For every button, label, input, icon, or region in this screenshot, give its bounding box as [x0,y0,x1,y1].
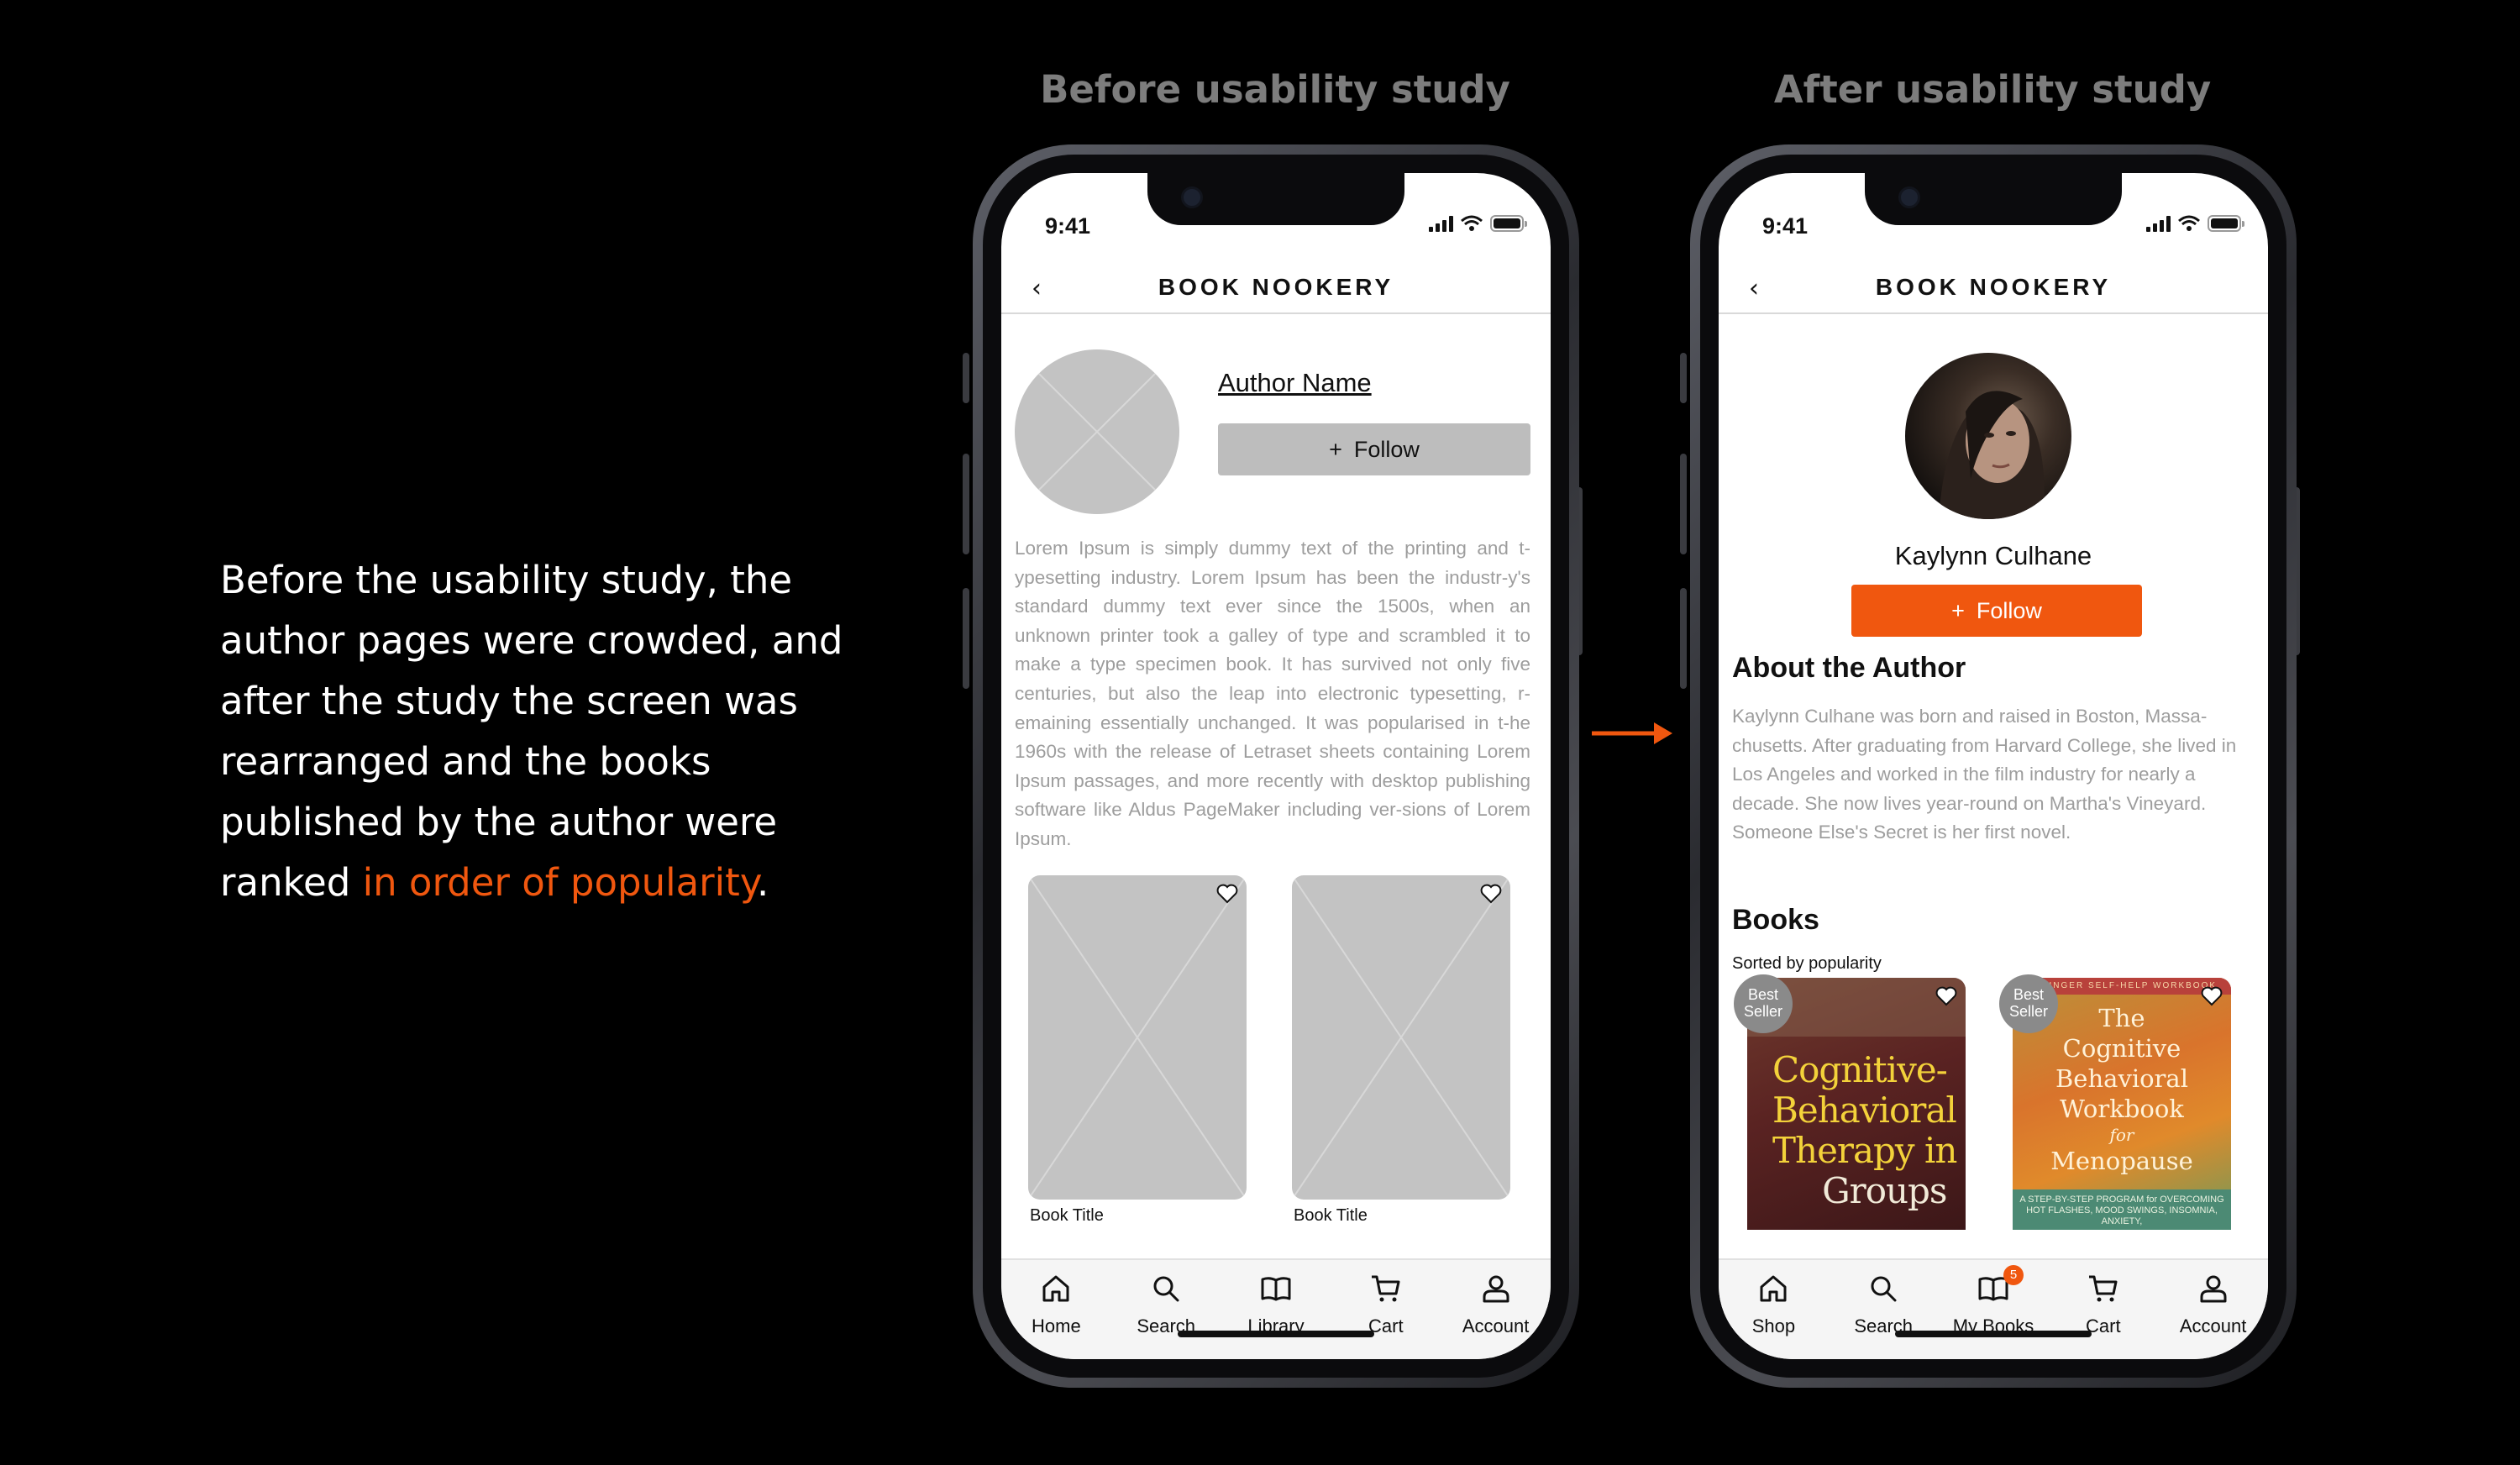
home-icon [1760,1275,1787,1302]
signal-icon [1429,215,1453,232]
phone-after: 9:41 ‹ BOOK NOOKERY Kaylynn Culhane + Fo… [1690,144,2297,1388]
phone-side-button [1680,454,1687,554]
nav-label: Home [1032,1315,1081,1336]
heart-icon[interactable] [1935,986,1957,1006]
nav-item-cart[interactable]: Cart [2048,1260,2158,1359]
plus-icon: + [1329,436,1342,462]
books-sort-label: Sorted by popularity [1732,954,1882,973]
phone-side-button [1680,588,1687,689]
app-title: BOOK NOOKERY [1875,274,2112,300]
book-title: Book Title [1030,1206,1104,1225]
follow-label: Follow [1353,436,1420,462]
book-icon [1261,1277,1291,1301]
screen-before: 9:41 ‹ BOOK NOOKERY Author Name + Follow… [1001,173,1551,1359]
author-bio: Lorem Ipsum is simply dummy text of the … [1015,538,1530,849]
story-paragraph: Before the usability study, the author p… [220,550,892,913]
nav-item-home[interactable]: Home [1001,1260,1111,1359]
heart-icon[interactable] [1216,884,1238,904]
battery-icon [2208,215,2244,232]
signal-icon [2146,215,2171,232]
author-name: Kaylynn Culhane [1894,541,2092,570]
follow-button[interactable]: + Follow [1851,585,2142,637]
nav-label: Account [2179,1315,2247,1336]
notification-badge: 5 [2003,1265,2024,1285]
heart-icon[interactable] [2201,986,2223,1006]
phone-side-button [1680,353,1687,403]
phone-side-button [963,353,969,403]
book-title: Book Title [1294,1206,1368,1225]
nav-item-my-books[interactable]: 5 My Books [1939,1260,2049,1359]
bottom-nav: Home Search Library Cart Account [1001,1258,1551,1359]
nav-item-account[interactable]: Account [1441,1260,1551,1359]
home-indicator[interactable] [1178,1331,1374,1337]
nav-item-shop[interactable]: Shop [1719,1260,1829,1359]
after-label: After usability study [1773,67,2212,112]
cover-tagline: A STEP-BY-STEP PROGRAM for OVERCOMING HO… [2013,1189,2231,1230]
app-bar: ‹ BOOK NOOKERY [1001,267,1551,314]
camera-icon [1181,186,1203,208]
story-highlight: in order of popularity [362,860,758,905]
author-photo [1905,353,2071,519]
follow-button[interactable]: + Follow [1218,423,1530,475]
app-title: BOOK NOOKERY [1158,274,1394,300]
books-title: Books [1732,904,1819,936]
about-text: Kaylynn Culhane was born and raised in B… [1732,706,2237,843]
status-time: 9:41 [1762,213,1809,239]
about-title: About the Author [1732,652,1966,684]
plus-icon: + [1951,597,1965,623]
cart-icon [1371,1275,1400,1302]
nav-item-account[interactable]: Account [2158,1260,2268,1359]
search-icon [1153,1276,1179,1302]
cart-icon [2088,1275,2118,1302]
phone-before: 9:41 ‹ BOOK NOOKERY Author Name + Follow… [973,144,1579,1388]
nav-item-search[interactable]: Search [1111,1260,1221,1359]
camera-icon [1898,186,1920,208]
status-icons [1429,215,1527,232]
nav-item-cart[interactable]: Cart [1331,1260,1441,1359]
phone-side-button [963,588,969,689]
phone-side-button [963,454,969,554]
wifi-icon [2178,215,2200,231]
home-indicator[interactable] [1895,1331,2092,1337]
author-name-link[interactable]: Author Name [1218,368,1372,398]
before-label: Before usability study [1040,67,1510,112]
heart-icon[interactable] [1480,884,1502,904]
notch [1147,173,1404,225]
bottom-nav: Shop Search 5 My Books Cart Account [1719,1258,2268,1359]
book-card-placeholder[interactable] [1292,875,1510,1200]
nav-item-search[interactable]: Search [1829,1260,1939,1359]
best-seller-badge: Best Seller [1999,974,2058,1033]
book-cover-title: The Cognitive Behavioral Workbook for Me… [2050,1004,2193,1175]
arrow-right-icon [1592,722,1672,744]
notch [1865,173,2122,225]
story-end: . [757,860,769,905]
search-icon [1871,1276,1897,1302]
book-card-placeholder[interactable] [1028,875,1247,1200]
screen-after: 9:41 ‹ BOOK NOOKERY Kaylynn Culhane + Fo… [1719,173,2268,1359]
status-icons [2146,215,2244,232]
nav-label: Account [1462,1315,1530,1336]
user-icon [2200,1275,2227,1303]
follow-label: Follow [1976,597,2042,623]
status-time: 9:41 [1045,213,1091,239]
battery-icon [1490,215,1527,232]
author-photo-placeholder [1015,349,1179,514]
nav-item-library[interactable]: Library [1221,1260,1331,1359]
best-seller-badge: Best Seller [1734,974,1793,1033]
app-bar: ‹ BOOK NOOKERY [1719,267,2268,314]
nav-label: Shop [1751,1315,1796,1336]
book-cover-title: Cognitive- Behavioral Therapy in Groups [1772,1049,1957,1211]
story-text: Before the usability study, the author p… [220,558,843,905]
wifi-icon [1461,215,1483,231]
user-icon [1483,1275,1509,1303]
home-icon [1042,1275,1069,1302]
